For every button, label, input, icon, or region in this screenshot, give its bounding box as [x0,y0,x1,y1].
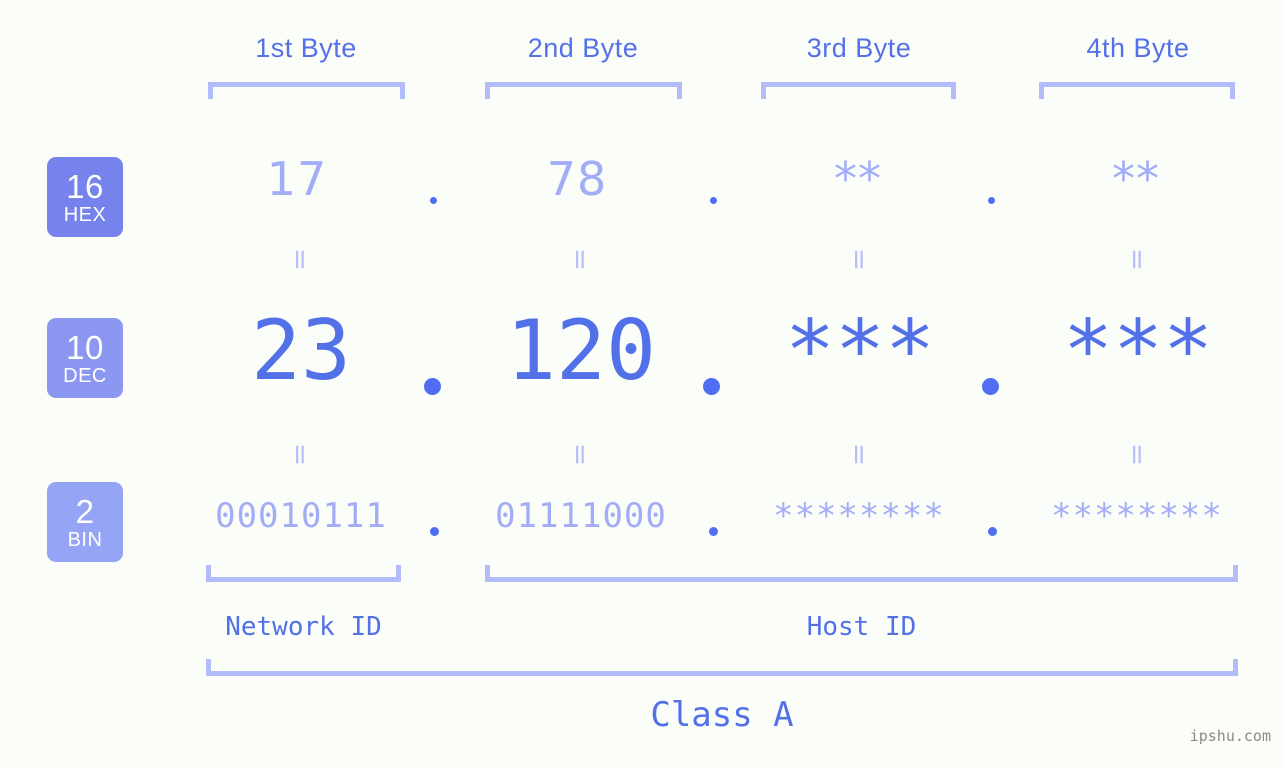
byte-header-4: 4th Byte [1086,33,1190,63]
hex-byte-3: ** [834,152,882,206]
bin-byte-2: 01111000 [495,496,667,536]
dec-byte-1: 23 [251,302,351,399]
bin-separator-dot-2 [709,527,718,536]
network-id-bracket [206,565,401,582]
byte-bracket-3 [761,82,956,99]
base-badge-hex-name: HEX [63,203,107,226]
byte-bracket-4 [1039,82,1235,99]
class-label: Class A [650,695,794,735]
base-badge-bin-name: BIN [67,528,103,551]
equals-hex-dec-2: = [564,247,598,273]
hex-separator-dot-3 [988,197,995,204]
bin-byte-3: ******** [773,496,945,536]
hex-byte-2: 78 [546,152,608,206]
dec-byte-3: *** [785,302,935,399]
byte-bracket-2 [485,82,682,99]
hex-byte-1: 17 [266,152,328,206]
base-badge-bin: 2 BIN [47,482,123,562]
equals-hex-dec-4: = [1121,247,1155,273]
host-id-label: Host ID [806,612,917,642]
hex-separator-dot-1 [430,197,437,204]
equals-dec-bin-4: = [1121,442,1155,468]
base-badge-hex: 16 HEX [47,157,123,237]
base-badge-hex-number: 16 [66,167,104,205]
bin-byte-1: 00010111 [215,496,387,536]
equals-dec-bin-3: = [843,442,877,468]
dec-separator-dot-2 [703,378,720,395]
byte-header-2: 2nd Byte [527,33,639,63]
watermark: ipshu.com [1189,727,1271,745]
dec-separator-dot-1 [424,378,441,395]
byte-header-1: 1st Byte [255,33,357,63]
dec-byte-2: 120 [506,302,656,399]
equals-dec-bin-2: = [564,442,598,468]
class-bracket [206,659,1238,676]
byte-bracket-1 [208,82,405,99]
network-id-label: Network ID [225,612,382,642]
byte-header-3: 3rd Byte [806,33,912,63]
bin-separator-dot-1 [430,527,439,536]
equals-dec-bin-1: = [284,442,318,468]
hex-separator-dot-2 [710,197,717,204]
base-badge-dec-number: 10 [66,328,104,366]
ip-address-breakdown-diagram: 1st Byte 2nd Byte 3rd Byte 4th Byte 16 H… [0,0,1285,767]
bin-separator-dot-3 [988,527,997,536]
host-id-bracket [485,565,1238,582]
bin-byte-4: ******** [1051,496,1223,536]
base-badge-bin-number: 2 [75,492,95,530]
hex-byte-4: ** [1112,152,1160,206]
equals-hex-dec-1: = [284,247,318,273]
equals-hex-dec-3: = [843,247,877,273]
base-badge-dec: 10 DEC [47,318,123,398]
dec-byte-4: *** [1063,302,1213,399]
dec-separator-dot-3 [982,378,999,395]
base-badge-dec-name: DEC [63,364,107,387]
